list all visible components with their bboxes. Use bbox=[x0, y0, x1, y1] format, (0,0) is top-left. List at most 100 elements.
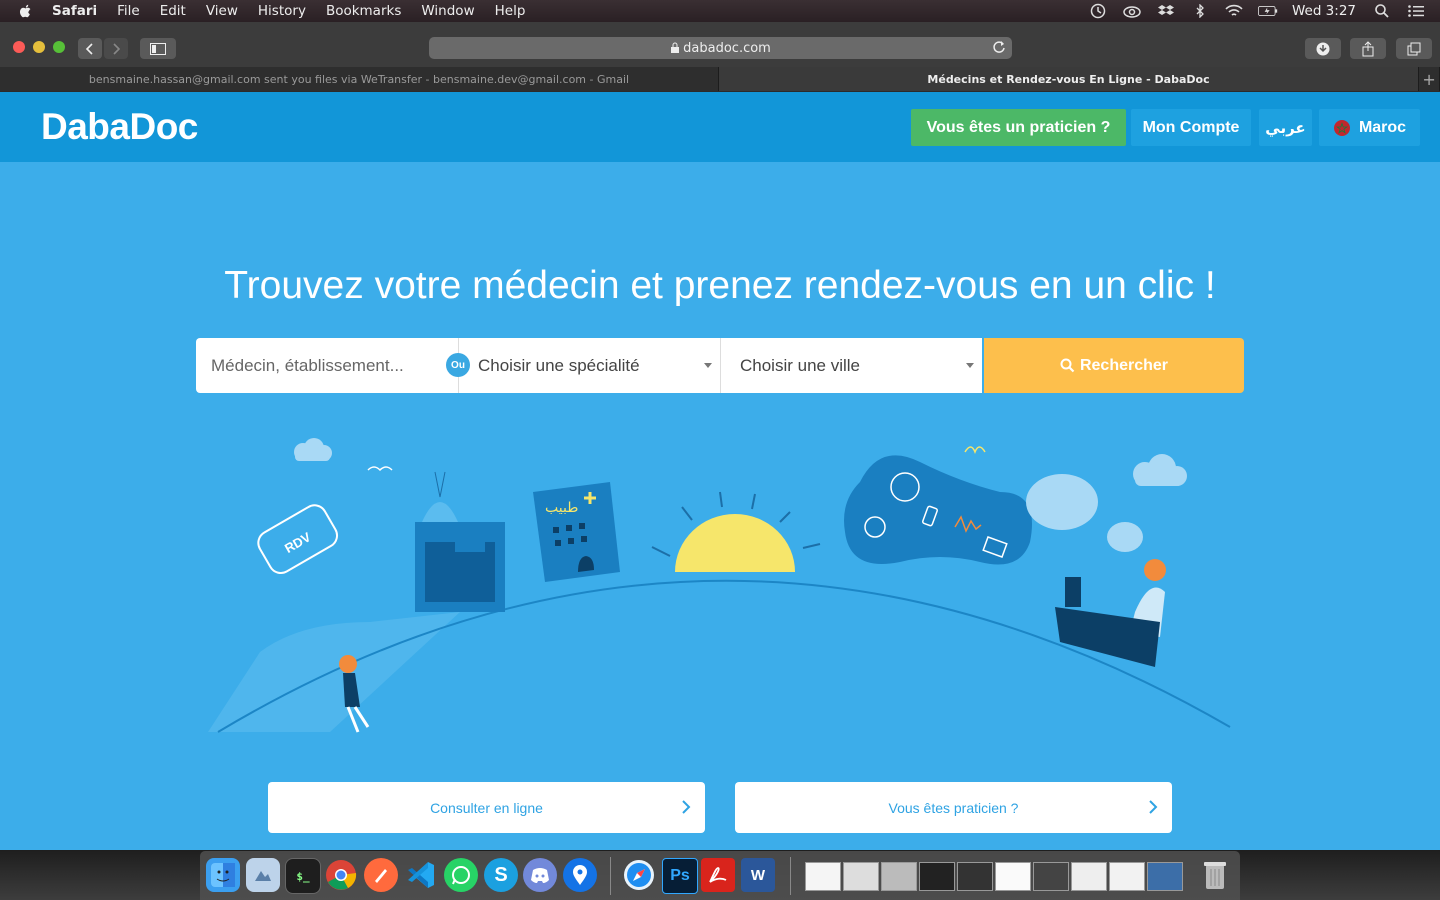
menu-view[interactable]: View bbox=[206, 3, 238, 19]
spotlight-search-icon[interactable] bbox=[1372, 4, 1392, 18]
consult-online-button[interactable]: Consulter en ligne bbox=[268, 782, 705, 833]
reload-icon[interactable] bbox=[992, 40, 1006, 54]
tab-dabadoc[interactable]: Médecins et Rendez-vous En Ligne - DabaD… bbox=[719, 67, 1420, 91]
menu-app-name[interactable]: Safari bbox=[52, 3, 97, 19]
preview-icon[interactable] bbox=[246, 858, 280, 892]
safari-icon[interactable] bbox=[622, 858, 656, 892]
city-value: Choisir une ville bbox=[740, 355, 860, 375]
sun-icon bbox=[675, 514, 795, 572]
specialty-select[interactable]: Ou Choisir une spécialité bbox=[446, 338, 720, 393]
chevron-right-icon bbox=[682, 800, 691, 814]
bird-icon bbox=[964, 446, 986, 455]
dock-window-thumbnail[interactable] bbox=[995, 862, 1031, 891]
dock-separator bbox=[610, 857, 611, 895]
account-button[interactable]: Mon Compte bbox=[1131, 109, 1251, 146]
dock-window-thumbnail[interactable] bbox=[1147, 862, 1183, 891]
dock-document-thumbnail[interactable] bbox=[805, 862, 841, 891]
url-text: dabadoc.com bbox=[683, 40, 771, 56]
new-tab-button[interactable]: + bbox=[1419, 67, 1440, 91]
search-button-label: Rechercher bbox=[1079, 356, 1169, 374]
country-button[interactable]: Maroc bbox=[1319, 109, 1420, 146]
minimize-window-button[interactable] bbox=[33, 41, 45, 53]
address-bar[interactable]: dabadoc.com bbox=[429, 37, 1012, 59]
menu-help[interactable]: Help bbox=[495, 3, 526, 19]
chat-bubble-icon bbox=[1107, 522, 1143, 552]
search-icon bbox=[1060, 358, 1075, 373]
dock-window-thumbnail[interactable] bbox=[1109, 862, 1145, 891]
doctor-search-input[interactable]: Médecin, établissement... bbox=[196, 338, 458, 393]
browser-toolbar: dabadoc.com bbox=[0, 22, 1440, 68]
lock-icon bbox=[671, 42, 680, 53]
creative-cloud-icon[interactable] bbox=[1122, 4, 1142, 18]
dock-separator bbox=[790, 857, 791, 895]
skype-icon[interactable]: S bbox=[484, 858, 518, 892]
hero-title: Trouvez votre médecin et prenez rendez-v… bbox=[224, 264, 1216, 307]
clinic-label: طبيب bbox=[545, 500, 578, 516]
dabadoc-logo[interactable]: DabaDoc bbox=[41, 106, 198, 148]
chevron-down-icon bbox=[966, 363, 974, 368]
practitioner-cta-button[interactable]: Vous êtes praticien ? bbox=[735, 782, 1172, 833]
menu-clock[interactable]: Wed 3:27 bbox=[1292, 3, 1356, 19]
dock-window-thumbnail[interactable] bbox=[881, 862, 917, 891]
mac-menu-bar: Safari File Edit View History Bookmarks … bbox=[0, 0, 1440, 22]
mosque-building bbox=[415, 471, 505, 612]
menu-file[interactable]: File bbox=[117, 3, 140, 19]
time-machine-icon[interactable] bbox=[1088, 3, 1108, 19]
wifi-icon[interactable] bbox=[1224, 4, 1244, 18]
sidebar-toggle-button[interactable] bbox=[140, 38, 176, 59]
specialty-value: Choisir une spécialité bbox=[478, 355, 640, 375]
chevron-down-icon bbox=[704, 363, 712, 368]
share-button[interactable] bbox=[1350, 38, 1386, 59]
vscode-icon[interactable] bbox=[404, 858, 438, 892]
fullscreen-window-button[interactable] bbox=[53, 41, 65, 53]
apple-icon[interactable] bbox=[18, 3, 34, 19]
bluetooth-icon[interactable] bbox=[1190, 4, 1210, 18]
dropbox-icon[interactable] bbox=[1156, 4, 1176, 18]
doctor-at-desk bbox=[1055, 559, 1166, 667]
battery-icon[interactable] bbox=[1257, 4, 1278, 18]
bird-icon bbox=[367, 466, 393, 472]
consult-online-label: Consulter en ligne bbox=[430, 799, 543, 816]
back-button[interactable] bbox=[78, 38, 102, 59]
menu-history[interactable]: History bbox=[258, 3, 306, 19]
close-window-button[interactable] bbox=[13, 41, 25, 53]
arabic-language-button[interactable]: عربي bbox=[1259, 109, 1312, 146]
maps-pin-icon[interactable] bbox=[563, 858, 597, 892]
dock-window-thumbnail[interactable] bbox=[1071, 862, 1107, 891]
notification-center-icon[interactable] bbox=[1406, 4, 1426, 18]
country-label: Maroc bbox=[1358, 118, 1407, 136]
menu-bookmarks[interactable]: Bookmarks bbox=[326, 3, 401, 19]
discord-icon[interactable] bbox=[523, 858, 557, 892]
dock-window-thumbnail[interactable] bbox=[843, 862, 879, 891]
services-blob bbox=[844, 455, 1032, 565]
or-badge: Ou bbox=[446, 353, 470, 377]
tab-bar: bensmaine.hassan@gmail.com sent you file… bbox=[0, 67, 1440, 91]
finder-icon[interactable] bbox=[206, 858, 240, 892]
tab-title: bensmaine.hassan@gmail.com sent you file… bbox=[88, 72, 630, 86]
downloads-button[interactable] bbox=[1305, 38, 1341, 59]
chat-bubble-icon bbox=[1026, 474, 1098, 530]
chrome-icon[interactable] bbox=[324, 858, 358, 892]
tab-overview-button[interactable] bbox=[1396, 38, 1432, 59]
menu-edit[interactable]: Edit bbox=[160, 3, 186, 19]
dock-window-thumbnail[interactable] bbox=[919, 862, 955, 891]
menu-window[interactable]: Window bbox=[421, 3, 474, 19]
dock-window-thumbnail[interactable] bbox=[1033, 862, 1069, 891]
word-icon[interactable]: W bbox=[741, 858, 775, 892]
hill-shape bbox=[208, 612, 460, 732]
practitioner-button[interactable]: Vous êtes un praticien ? bbox=[911, 109, 1126, 146]
cloud-icon bbox=[294, 438, 332, 461]
city-select[interactable]: Choisir une ville bbox=[720, 338, 982, 393]
morocco-flag-icon bbox=[1333, 119, 1350, 136]
tab-title: Médecins et Rendez-vous En Ligne - DabaD… bbox=[927, 72, 1210, 86]
photoshop-icon[interactable]: Ps bbox=[662, 858, 698, 894]
dock-window-thumbnail[interactable] bbox=[957, 862, 993, 891]
tab-gmail[interactable]: bensmaine.hassan@gmail.com sent you file… bbox=[0, 67, 719, 91]
terminal-icon[interactable]: $_ bbox=[285, 858, 321, 894]
trash-icon[interactable] bbox=[1198, 858, 1232, 892]
forward-button[interactable] bbox=[104, 38, 128, 59]
sketch-icon[interactable] bbox=[364, 858, 398, 892]
acrobat-icon[interactable] bbox=[701, 858, 735, 892]
search-button[interactable]: Rechercher bbox=[984, 338, 1244, 393]
whatsapp-icon[interactable] bbox=[444, 858, 478, 892]
